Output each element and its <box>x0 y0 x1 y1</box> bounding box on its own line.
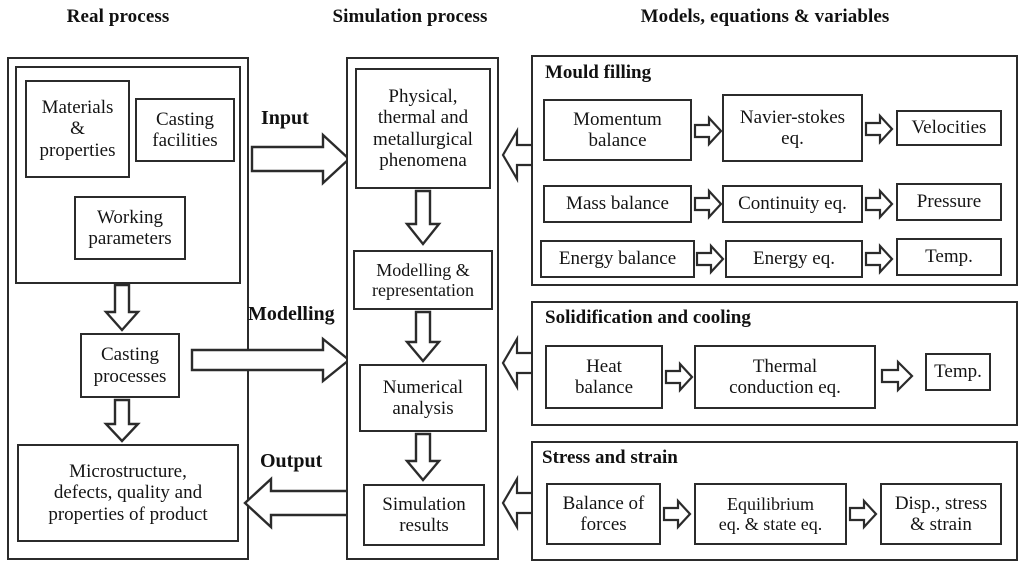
box-disp-stress-strain[interactable]: Disp., stress & strain <box>880 483 1002 545</box>
arrow-right-thermal-to-temp <box>880 359 914 393</box>
box-energy-eq-label: Energy eq. <box>753 248 835 270</box>
panel-title-mould-filling: Mould filling <box>545 62 652 83</box>
arrow-down-modelling-to-numerical <box>404 310 442 363</box>
arrow-output-left <box>243 476 352 530</box>
diagram-canvas: Real process Simulation process Models, … <box>0 0 1024 569</box>
box-solidification-temp-label: Temp. <box>934 361 982 383</box>
box-energy-balance[interactable]: Energy balance <box>540 240 695 278</box>
arrow-right-equilibrium-to-disp <box>848 498 878 530</box>
arrow-right-mass-to-continuity <box>693 188 723 220</box>
column-title-simulation-process: Simulation process <box>332 6 488 27</box>
arrow-down-phenomena-to-modelling <box>404 189 442 246</box>
box-solidification-temp[interactable]: Temp. <box>925 353 991 391</box>
box-pressure[interactable]: Pressure <box>896 183 1002 221</box>
box-energy-balance-label: Energy balance <box>558 248 677 270</box>
box-velocities[interactable]: Velocities <box>896 110 1002 146</box>
box-working-parameters[interactable]: Working parameters <box>74 196 186 260</box>
box-working-parameters-label: Working parameters <box>88 206 172 249</box>
box-casting-processes[interactable]: Casting processes <box>80 333 180 398</box>
box-momentum-balance-label: Momentum balance <box>573 108 662 151</box>
box-mass-balance[interactable]: Mass balance <box>543 185 692 223</box>
column-title-models-equations-variables: Models, equations & variables <box>640 6 890 27</box>
box-microstructure-outcome[interactable]: Microstructure, defects, quality and pro… <box>17 444 239 542</box>
arrow-right-heat-to-thermal <box>664 361 694 393</box>
column-title-real-process: Real process <box>66 6 170 27</box>
box-simulation-results[interactable]: Simulation results <box>363 484 485 546</box>
box-heat-balance[interactable]: Heat balance <box>545 345 663 409</box>
arrow-right-momentum-to-navier <box>693 115 723 147</box>
box-casting-facilities[interactable]: Casting facilities <box>135 98 235 162</box>
arrow-down-numerical-to-results <box>404 432 442 482</box>
arrow-right-energyeq-to-temp <box>864 243 894 275</box>
box-casting-processes-label: Casting processes <box>93 344 167 387</box>
box-balance-of-forces-label: Balance of forces <box>562 492 645 535</box>
arrow-right-energybal-to-energyeq <box>695 243 725 275</box>
box-thermal-conduction-eq-label: Thermal conduction eq. <box>729 355 841 398</box>
box-pressure-label: Pressure <box>916 191 982 213</box>
box-casting-facilities-label: Casting facilities <box>152 108 218 151</box>
box-continuity-eq-label: Continuity eq. <box>738 193 847 215</box>
box-disp-stress-strain-label: Disp., stress & strain <box>894 492 988 535</box>
arrow-down-casting-to-outcome <box>103 398 141 443</box>
connector-label-modelling: Modelling <box>248 303 335 325</box>
box-mass-balance-label: Mass balance <box>566 193 669 215</box>
box-mould-temp[interactable]: Temp. <box>896 238 1002 276</box>
panel-title-stress-and-strain: Stress and strain <box>542 447 678 468</box>
box-momentum-balance[interactable]: Momentum balance <box>543 99 692 161</box>
box-simulation-results-label: Simulation results <box>382 493 466 536</box>
box-heat-balance-label: Heat balance <box>574 355 633 398</box>
box-materials-properties[interactable]: Materials & properties <box>25 80 130 178</box>
box-navier-stokes-eq[interactable]: Navier-stokes eq. <box>722 94 863 162</box>
arrow-right-continuity-to-pressure <box>864 188 894 220</box>
box-mould-temp-label: Temp. <box>925 246 973 268</box>
box-balance-of-forces[interactable]: Balance of forces <box>546 483 661 545</box>
box-numerical-analysis-label: Numerical analysis <box>382 376 464 419</box>
box-modelling-representation-label: Modelling & representation <box>372 259 474 300</box>
box-modelling-representation[interactable]: Modelling & representation <box>353 250 493 310</box>
connector-label-input: Input <box>261 107 309 129</box>
box-equilibrium-state-eq[interactable]: Equilibrium eq. & state eq. <box>694 483 847 545</box>
box-navier-stokes-eq-label: Navier-stokes eq. <box>739 106 846 149</box>
box-phenomena[interactable]: Physical, thermal and metallurgical phen… <box>355 68 491 189</box>
box-numerical-analysis[interactable]: Numerical analysis <box>359 364 487 432</box>
arrow-right-forces-to-equilibrium <box>662 498 692 530</box>
box-equilibrium-state-eq-label: Equilibrium eq. & state eq. <box>718 493 823 534</box>
box-microstructure-outcome-label: Microstructure, defects, quality and pro… <box>48 461 208 525</box>
box-thermal-conduction-eq[interactable]: Thermal conduction eq. <box>694 345 876 409</box>
arrow-input-right <box>250 132 351 186</box>
arrow-right-navier-to-velocities <box>864 113 894 145</box>
box-energy-eq[interactable]: Energy eq. <box>725 240 863 278</box>
box-continuity-eq[interactable]: Continuity eq. <box>722 185 863 223</box>
connector-label-output: Output <box>260 450 323 472</box>
arrow-down-inputs-to-casting <box>103 283 141 332</box>
panel-title-solidification-and-cooling: Solidification and cooling <box>545 307 751 328</box>
box-phenomena-label: Physical, thermal and metallurgical phen… <box>373 85 473 171</box>
box-velocities-label: Velocities <box>911 117 987 139</box>
box-materials-properties-label: Materials & properties <box>39 97 116 161</box>
arrow-modelling-right <box>190 336 351 384</box>
